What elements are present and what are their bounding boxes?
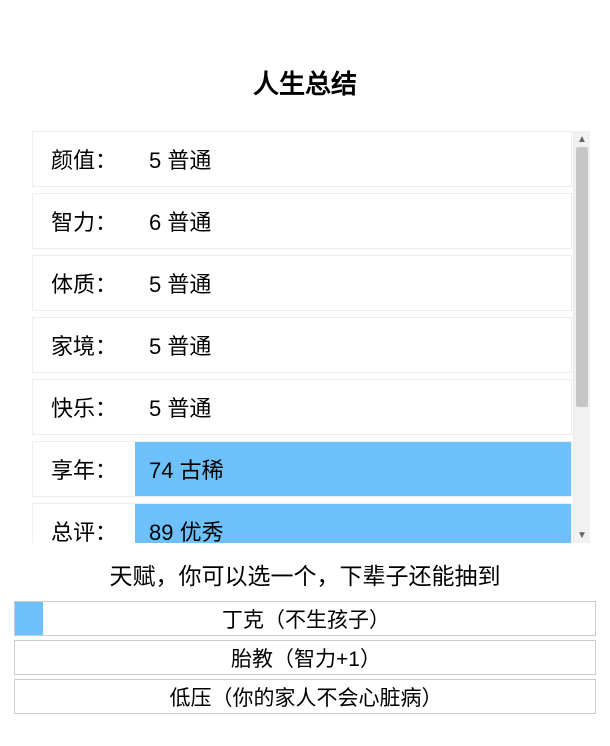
talent-option-prenatal[interactable]: 胎教（智力+1） <box>14 640 596 675</box>
stat-row-age: 享年： 74 古稀 <box>32 441 572 497</box>
summary-screen: 人生总结 颜值： 5 普通 智力： 6 普通 体质： 5 普通 家境： 5 普通… <box>0 0 610 746</box>
stat-value: 74 古稀 <box>135 442 571 496</box>
talent-option-low-pressure[interactable]: 低压（你的家人不会心脏病） <box>14 679 596 714</box>
stat-row-overall: 总评： 89 优秀 <box>32 503 572 543</box>
stat-label: 体质： <box>33 256 135 310</box>
stat-label: 总评： <box>33 504 135 543</box>
scrollbar[interactable]: ▲ ▼ <box>573 131 590 543</box>
scroll-down-icon[interactable]: ▼ <box>574 527 590 543</box>
stat-row-happiness: 快乐： 5 普通 <box>32 379 572 435</box>
stat-row-appearance: 颜值： 5 普通 <box>32 131 572 187</box>
stat-label: 家境： <box>33 318 135 372</box>
talent-hint: 天赋，你可以选一个，下辈子还能抽到 <box>0 557 610 591</box>
stat-row-intelligence: 智力： 6 普通 <box>32 193 572 249</box>
stat-label: 颜值： <box>33 132 135 186</box>
stats-area: 颜值： 5 普通 智力： 6 普通 体质： 5 普通 家境： 5 普通 快乐： … <box>20 131 590 543</box>
stat-value: 5 普通 <box>135 318 571 372</box>
scrollbar-thumb[interactable] <box>576 147 588 407</box>
talent-list: 丁克（不生孩子） 胎教（智力+1） 低压（你的家人不会心脏病） <box>14 601 596 714</box>
stat-label: 智力： <box>33 194 135 248</box>
talent-label: 丁克（不生孩子） <box>43 602 595 635</box>
stat-value: 5 普通 <box>135 132 571 186</box>
selected-indicator <box>15 641 43 674</box>
stat-value: 89 优秀 <box>135 504 571 543</box>
stat-label: 快乐： <box>33 380 135 434</box>
selected-indicator <box>15 680 43 713</box>
stat-value: 5 普通 <box>135 380 571 434</box>
talent-label: 低压（你的家人不会心脏病） <box>43 680 595 713</box>
talent-option-dink[interactable]: 丁克（不生孩子） <box>14 601 596 636</box>
stat-value: 6 普通 <box>135 194 571 248</box>
selected-indicator <box>15 602 43 635</box>
stat-row-family: 家境： 5 普通 <box>32 317 572 373</box>
scroll-up-icon[interactable]: ▲ <box>574 131 590 147</box>
page-title: 人生总结 <box>0 0 610 131</box>
stats-list: 颜值： 5 普通 智力： 6 普通 体质： 5 普通 家境： 5 普通 快乐： … <box>32 131 572 543</box>
stat-value: 5 普通 <box>135 256 571 310</box>
talent-label: 胎教（智力+1） <box>43 641 595 674</box>
stat-row-constitution: 体质： 5 普通 <box>32 255 572 311</box>
stat-label: 享年： <box>33 442 135 496</box>
